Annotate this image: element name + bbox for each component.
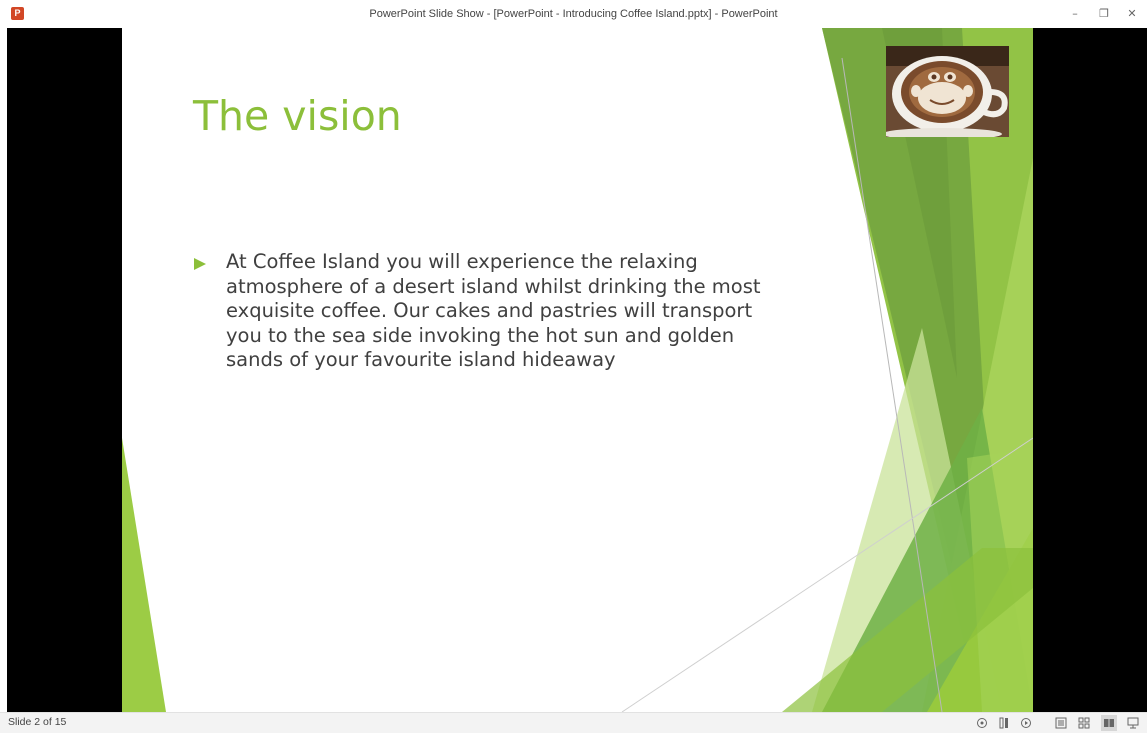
restore-button[interactable]: ❐ <box>1096 6 1112 22</box>
window-title: PowerPoint Slide Show - [PowerPoint - In… <box>369 8 778 20</box>
coffee-latte-art-icon <box>886 46 1009 137</box>
normal-view-icon[interactable] <box>1053 715 1069 731</box>
slide-counter: Slide 2 of 15 <box>8 716 67 728</box>
slide-sorter-icon[interactable] <box>1076 715 1092 731</box>
status-bar: Slide 2 of 15 <box>0 712 1147 733</box>
slide-title: The vision <box>193 92 402 140</box>
bullet-item: At Coffee Island you will experience the… <box>193 250 793 373</box>
notes-icon[interactable] <box>996 715 1012 731</box>
reading-view-icon[interactable] <box>1101 715 1117 731</box>
slide-show-icon[interactable] <box>1125 715 1141 731</box>
bullet-arrow-icon <box>193 250 226 373</box>
record-icon[interactable] <box>1018 715 1034 731</box>
bullet-text: At Coffee Island you will experience the… <box>226 250 761 371</box>
comment-icon[interactable] <box>974 715 990 731</box>
coffee-photo <box>886 46 1009 137</box>
close-button[interactable]: ✕ <box>1124 6 1140 22</box>
window-title-bar: P PowerPoint Slide Show - [PowerPoint - … <box>0 0 1147 28</box>
minimize-button[interactable]: – <box>1067 6 1083 22</box>
slide[interactable]: The vision At Coffee Island you will exp… <box>122 28 1033 712</box>
